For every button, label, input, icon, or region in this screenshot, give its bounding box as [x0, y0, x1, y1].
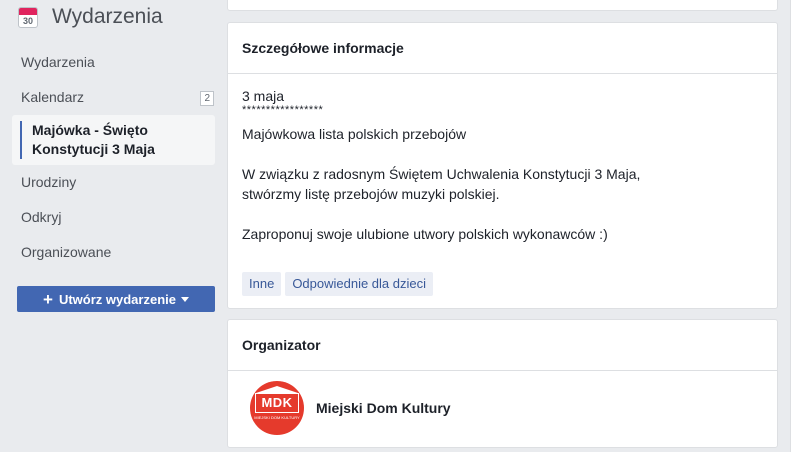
tag-label: Odpowiednie dla dzieci: [292, 276, 427, 291]
app-title-label: Wydarzenia: [52, 5, 163, 28]
description-stars: *****************: [242, 104, 324, 116]
left-sidebar: 30 Wydarzenia Wydarzenia Kalendarz 2 Maj…: [0, 0, 220, 452]
description-line: 3 maja: [242, 88, 285, 104]
category-tags: Inne Odpowiednie dla dzieci: [242, 272, 437, 296]
sidebar-item-odkryj[interactable]: Odkryj: [0, 200, 220, 235]
create-event-label: Utwórz wydarzenie: [58, 291, 176, 307]
organizer-name-link[interactable]: Miejski Dom Kultury: [316, 400, 451, 416]
sidebar-item-wydarzenia[interactable]: Wydarzenia: [0, 45, 220, 80]
plus-icon: +: [43, 289, 53, 309]
sidebar-item-label: Urodziny: [21, 174, 77, 190]
create-event-button[interactable]: + Utwórz wydarzenie: [17, 286, 215, 312]
sidebar-item-label: Kalendarz: [21, 89, 85, 105]
details-header: Szczegółowe informacje: [228, 23, 777, 74]
tag-label: Inne: [249, 276, 275, 291]
sidebar-item-kalendarz[interactable]: Kalendarz 2: [0, 80, 220, 115]
right-column-edge: [790, 0, 796, 452]
logo-text: MDK: [255, 393, 299, 413]
description-line: Zaproponuj swoje ulubione utwory polskic…: [242, 226, 608, 242]
app-title[interactable]: 30 Wydarzenia: [18, 5, 163, 29]
organizer-header: Organizator: [228, 320, 777, 371]
sidebar-item-urodziny[interactable]: Urodziny: [0, 165, 220, 200]
tag-inne[interactable]: Inne: [242, 272, 282, 296]
sidebar-item-label-line2: Konstytucji 3 Maja: [32, 141, 155, 157]
description-line: stwórzmy listę przebojów muzyki polskiej…: [242, 186, 500, 202]
sidebar-item-label-line1: Majówka - Święto: [32, 122, 148, 138]
details-card: Szczegółowe informacje 3 maja **********…: [227, 22, 778, 309]
tag-dla-dzieci[interactable]: Odpowiednie dla dzieci: [285, 272, 434, 296]
sidebar-item-current-event[interactable]: Majówka - Święto Konstytucji 3 Maja: [12, 115, 215, 165]
organizer-row: MDK MIEJSKI DOM KULTURY Miejski Dom Kult…: [250, 381, 451, 435]
organizer-logo[interactable]: MDK MIEJSKI DOM KULTURY: [250, 381, 304, 435]
organizer-card: Organizator MDK MIEJSKI DOM KULTURY Miej…: [227, 319, 778, 448]
description-line: W związku z radosnym Świętem Uchwalenia …: [242, 166, 641, 182]
description-line: Majówkowa lista polskich przebojów: [242, 126, 467, 142]
calendar-day: 30: [22, 15, 33, 26]
sidebar-item-label: Odkryj: [21, 209, 62, 225]
count-badge: 2: [200, 91, 214, 106]
caret-down-icon: [180, 296, 189, 302]
logo-subtext: MIEJSKI DOM KULTURY: [254, 415, 300, 420]
sidebar-item-organizowane[interactable]: Organizowane: [0, 235, 220, 270]
event-description: 3 maja ***************** Majówkowa lista…: [228, 74, 777, 244]
sidebar-item-label: Organizowane: [21, 244, 112, 260]
sidebar-item-label: Wydarzenia: [21, 54, 95, 70]
previous-card: [227, 0, 778, 11]
sidebar-nav: Wydarzenia Kalendarz 2 Majówka - Święto …: [0, 45, 220, 270]
calendar-icon: 30: [18, 6, 38, 28]
